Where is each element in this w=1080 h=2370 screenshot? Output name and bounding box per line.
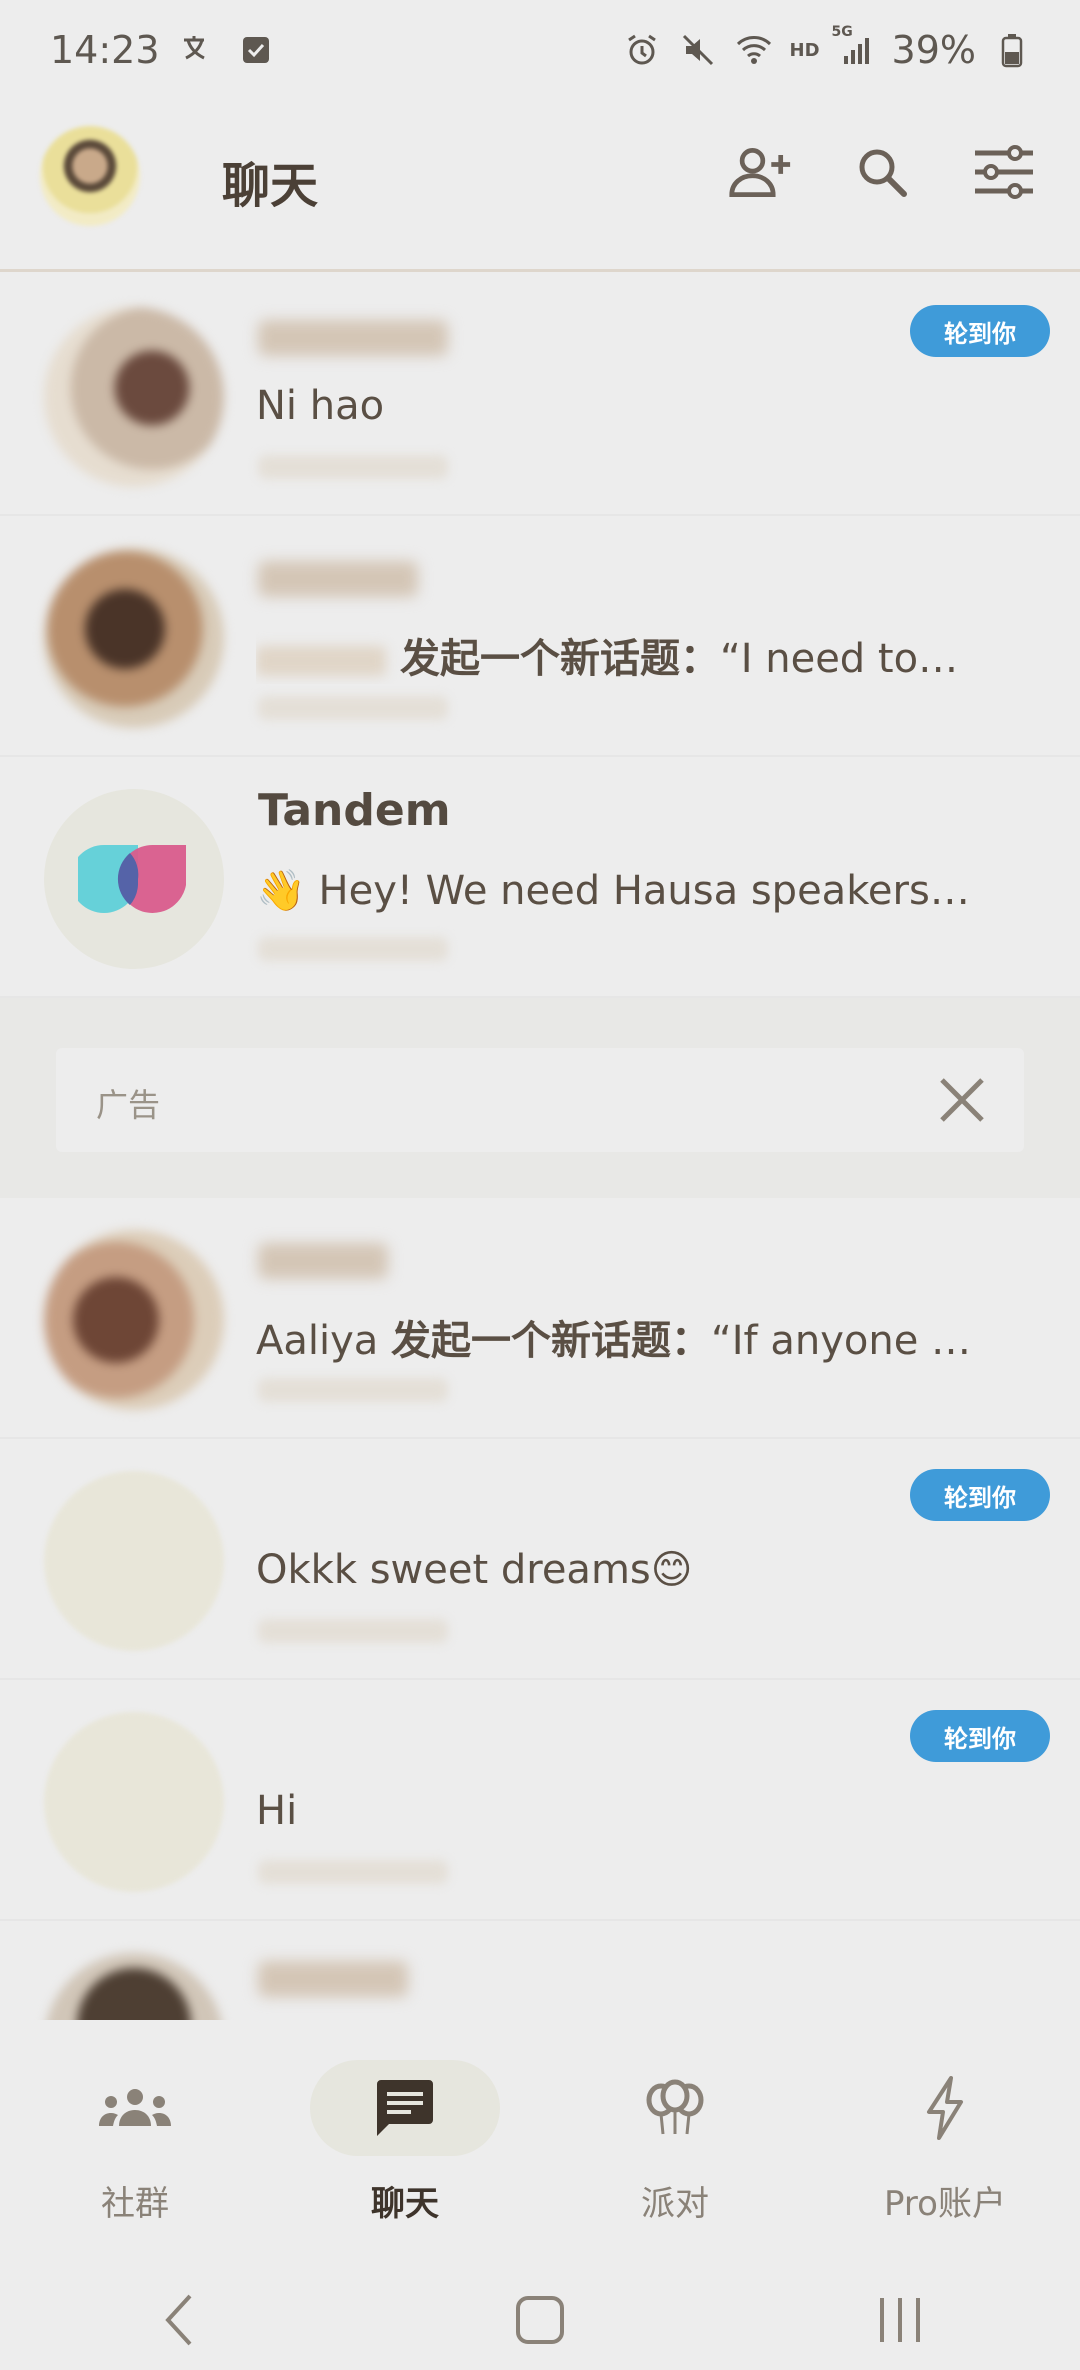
search-button[interactable] — [850, 140, 914, 204]
lightning-icon — [927, 2076, 963, 2140]
profile-avatar[interactable] — [40, 126, 140, 226]
back-button[interactable] — [140, 2280, 220, 2360]
ad-banner: 广告 — [0, 998, 1080, 1198]
chat-timestamp-redacted — [258, 1378, 448, 1402]
your-turn-badge: 轮到你 — [910, 1469, 1050, 1521]
ad-box[interactable]: 广告 — [56, 1048, 1024, 1152]
recents-lines-icon — [880, 2298, 920, 2342]
chat-preview: Aaliya 发起一个新话题：“If anyone … — [256, 1308, 971, 1366]
sender-name: Aaliya — [256, 1318, 379, 1364]
contact-name: Tandem — [258, 785, 451, 836]
chat-item[interactable]: Hi 轮到你 — [0, 1680, 1080, 1921]
recents-button[interactable] — [860, 2280, 940, 2360]
bottom-navigation: 社群 聊天 派对 Pro账户 — [0, 2020, 1080, 2240]
battery-percent: 39% — [891, 28, 976, 72]
close-icon — [940, 1078, 984, 1122]
chat-list: Ni hao 轮到你 发起一个新话题：“I need to… Tandem 👋 … — [0, 275, 1080, 2133]
nav-label: 社群 — [101, 2184, 169, 2224]
contact-avatar — [44, 1230, 224, 1410]
chat-item[interactable] — [0, 1921, 1080, 2133]
tandem-logo-icon — [78, 844, 186, 913]
filter-sliders-icon — [975, 145, 1033, 199]
contact-avatar — [44, 307, 224, 487]
chat-preview: 👋 Hey! We need Hausa speakers li… — [256, 868, 976, 914]
nav-pro-account[interactable]: Pro账户 — [810, 2020, 1080, 2240]
signal-icon: 5G — [832, 24, 876, 70]
system-navigation-bar — [0, 2270, 1080, 2370]
add-person-icon — [729, 148, 791, 197]
contact-name-redacted — [258, 1243, 388, 1279]
chat-item[interactable]: Okkk sweet dreams😊 轮到你 — [0, 1439, 1080, 1680]
contact-avatar — [44, 548, 224, 728]
hd-indicator: HD — [789, 39, 820, 61]
status-bar: 14:23 HD 5G 39% — [0, 0, 1080, 100]
chat-timestamp-redacted — [258, 1619, 448, 1643]
contact-name-redacted — [258, 561, 418, 597]
contact-avatar — [44, 1471, 224, 1651]
chat-item[interactable]: 发起一个新话题：“I need to… — [0, 516, 1080, 757]
close-ad-button[interactable] — [936, 1074, 988, 1126]
tandem-logo-avatar — [44, 789, 224, 969]
back-chevron-icon — [165, 2294, 192, 2346]
nav-party[interactable]: 派对 — [540, 2020, 810, 2240]
battery-icon — [992, 30, 1032, 70]
chat-preview: Ni hao — [256, 383, 385, 429]
ad-label: 广告 — [96, 1086, 161, 1124]
nav-label: 聊天 — [371, 2184, 439, 2224]
chat-preview: Okkk sweet dreams😊 — [256, 1547, 693, 1593]
home-button[interactable] — [500, 2280, 580, 2360]
party-balloons-icon — [646, 2079, 704, 2135]
add-friend-button[interactable] — [728, 140, 792, 204]
chat-preview-text: “I need to… — [720, 636, 959, 682]
nav-chat[interactable]: 聊天 — [270, 2020, 540, 2240]
nav-label: Pro账户 — [884, 2184, 1006, 2224]
page-title: 聊天 — [222, 158, 319, 214]
community-icon — [99, 2089, 171, 2126]
chat-timestamp-redacted — [258, 937, 448, 961]
home-square-icon — [516, 2296, 564, 2344]
chat-preview: 发起一个新话题：“I need to… — [256, 626, 958, 684]
chat-preview: Hi — [256, 1788, 298, 1834]
contact-name-redacted — [258, 320, 448, 356]
your-turn-badge: 轮到你 — [910, 1710, 1050, 1762]
status-time: 14:23 — [50, 28, 160, 72]
chat-timestamp-redacted — [258, 455, 448, 479]
chat-item[interactable]: Aaliya 发起一个新话题：“If anyone … — [0, 1198, 1080, 1439]
chat-preview-text: “If anyone … — [711, 1318, 972, 1364]
chat-icon — [377, 2080, 433, 2136]
checkbox-notification-icon — [236, 30, 276, 70]
nav-label: 派对 — [641, 2184, 709, 2224]
alarm-icon — [622, 30, 662, 70]
search-icon — [859, 149, 907, 197]
contact-avatar — [44, 1712, 224, 1892]
wifi-icon — [734, 30, 774, 70]
app-header: 聊天 — [0, 100, 1080, 272]
sender-name-redacted — [256, 646, 386, 676]
chat-timestamp-redacted — [258, 696, 448, 720]
mute-icon — [678, 30, 718, 70]
chat-timestamp-redacted — [258, 1860, 448, 1884]
your-turn-badge: 轮到你 — [910, 305, 1050, 357]
new-topic-prefix: 发起一个新话题： — [391, 1318, 712, 1364]
5g-indicator: 5G — [831, 24, 853, 40]
new-topic-prefix: 发起一个新话题： — [400, 636, 720, 682]
chat-item[interactable]: Tandem 👋 Hey! We need Hausa speakers li… — [0, 757, 1080, 998]
chat-item[interactable]: Ni hao 轮到你 — [0, 275, 1080, 516]
nav-community[interactable]: 社群 — [0, 2020, 270, 2240]
translate-notification-icon — [178, 30, 218, 70]
filter-button[interactable] — [972, 140, 1036, 204]
contact-name-redacted — [258, 1961, 408, 1997]
